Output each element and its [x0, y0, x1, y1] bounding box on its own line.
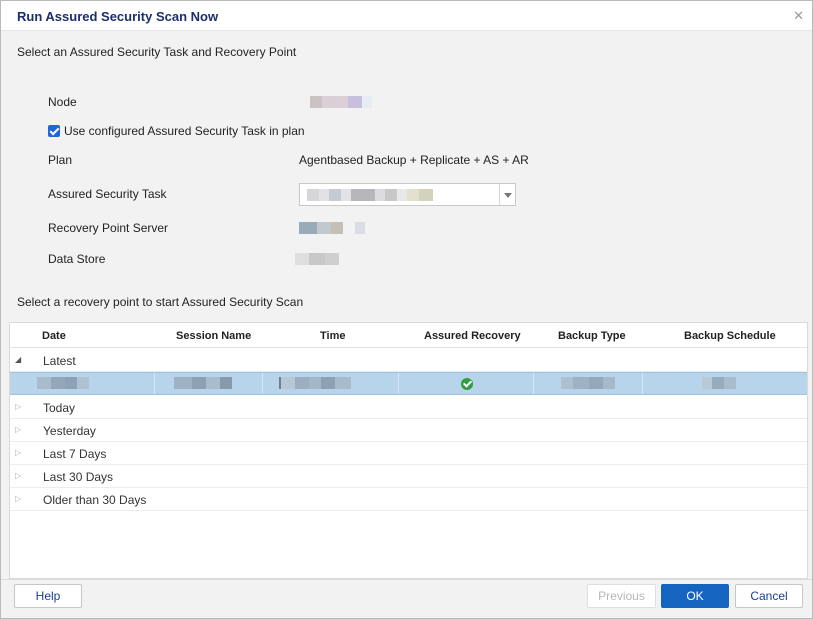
- group-row-yesterday[interactable]: ▷ Yesterday: [10, 419, 807, 442]
- task-section-heading: Select an Assured Security Task and Reco…: [17, 45, 297, 59]
- group-row-latest[interactable]: ◢ Latest: [10, 349, 807, 372]
- column-header-backup-type[interactable]: Backup Type: [558, 330, 626, 342]
- triangle-right-icon[interactable]: ▷: [15, 494, 21, 503]
- use-configured-task-label: Use configured Assured Security Task in …: [64, 124, 305, 138]
- time-value-redacted: [279, 377, 351, 389]
- date-cell: [10, 373, 155, 394]
- node-value-redacted: [310, 96, 372, 108]
- group-label: Last 7 Days: [43, 447, 107, 461]
- column-header-assured-recovery[interactable]: Assured Recovery: [424, 330, 521, 342]
- group-label: Last 30 Days: [43, 470, 114, 484]
- backup-schedule-value-redacted: [702, 377, 736, 389]
- cancel-button[interactable]: Cancel: [735, 584, 803, 608]
- assured-security-scan-dialog: Run Assured Security Scan Now ✕ Select a…: [0, 0, 813, 619]
- triangle-right-icon[interactable]: ▷: [15, 448, 21, 457]
- column-header-session-name[interactable]: Session Name: [176, 330, 251, 342]
- backup-type-cell: [534, 373, 643, 394]
- group-row-today[interactable]: ▷ Today: [10, 396, 807, 419]
- column-header-date[interactable]: Date: [42, 330, 66, 342]
- backup-type-value-redacted: [561, 377, 615, 389]
- recovery-point-server-label: Recovery Point Server: [48, 221, 169, 235]
- help-button[interactable]: Help: [14, 584, 82, 608]
- triangle-down-icon[interactable]: ◢: [15, 355, 21, 364]
- group-row-last-7-days[interactable]: ▷ Last 7 Days: [10, 442, 807, 465]
- column-header-time[interactable]: Time: [320, 330, 345, 342]
- use-configured-task-checkbox[interactable]: [48, 125, 60, 137]
- table-row-selected[interactable]: [10, 372, 807, 395]
- grid-header: Date Session Name Time Assured Recovery …: [10, 323, 807, 348]
- success-check-icon: [461, 378, 473, 390]
- ok-button[interactable]: OK: [661, 584, 729, 608]
- plan-label: Plan: [48, 153, 73, 167]
- session-value-redacted: [174, 377, 232, 389]
- task-select-value-redacted: [307, 189, 433, 201]
- triangle-right-icon[interactable]: ▷: [15, 402, 21, 411]
- node-label: Node: [48, 95, 77, 109]
- session-name-cell: [155, 373, 263, 394]
- group-label: Today: [43, 401, 76, 415]
- time-cell: [263, 373, 399, 394]
- dialog-titlebar: Run Assured Security Scan Now ✕: [1, 1, 812, 31]
- plan-value: Agentbased Backup + Replicate + AS + AR: [299, 153, 529, 167]
- group-label: Yesterday: [43, 424, 96, 438]
- rps-value-redacted: [299, 222, 365, 234]
- data-store-value-redacted: [295, 253, 339, 265]
- dialog-title: Run Assured Security Scan Now: [17, 9, 219, 24]
- chevron-down-icon[interactable]: [499, 184, 515, 205]
- data-store-label: Data Store: [48, 252, 106, 266]
- close-icon[interactable]: ✕: [793, 8, 804, 24]
- group-row-last-30-days[interactable]: ▷ Last 30 Days: [10, 465, 807, 488]
- assured-security-task-label: Assured Security Task: [48, 187, 167, 201]
- dialog-body: Select an Assured Security Task and Reco…: [1, 32, 812, 579]
- group-row-older-than-30-days[interactable]: ▷ Older than 30 Days: [10, 488, 807, 511]
- assured-security-task-select[interactable]: [299, 183, 516, 206]
- group-label: Latest: [43, 354, 76, 368]
- backup-schedule-cell: [643, 373, 807, 394]
- triangle-right-icon[interactable]: ▷: [15, 425, 21, 434]
- triangle-right-icon[interactable]: ▷: [15, 471, 21, 480]
- column-header-backup-schedule[interactable]: Backup Schedule: [684, 330, 776, 342]
- dialog-footer: Help Previous OK Cancel: [1, 579, 812, 618]
- date-value-redacted: [37, 377, 89, 389]
- previous-button[interactable]: Previous: [587, 584, 656, 608]
- recovery-section-heading: Select a recovery point to start Assured…: [17, 295, 304, 309]
- recovery-points-grid: Date Session Name Time Assured Recovery …: [9, 322, 808, 579]
- group-label: Older than 30 Days: [43, 493, 147, 507]
